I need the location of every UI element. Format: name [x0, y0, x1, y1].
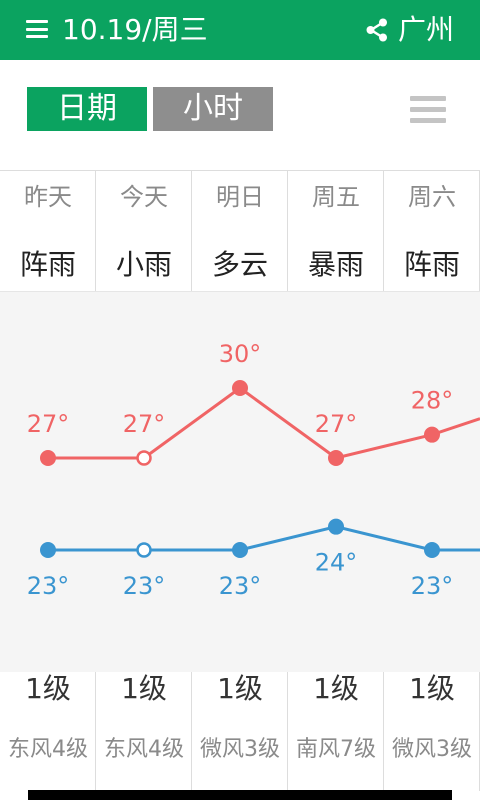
weather-condition: 阵雨: [19, 248, 76, 281]
tab-day[interactable]: 日期: [27, 87, 147, 131]
top-bar: 10.19/周三 广州: [0, 0, 480, 60]
low-temp-line: [48, 525, 480, 552]
low-temp-label: 23°: [219, 572, 262, 600]
wind-text: 南风7级: [296, 737, 376, 762]
weather-condition: 阵雨: [403, 248, 460, 281]
wind-text: 微风3级: [392, 737, 472, 762]
low-temp-label: 24°: [315, 549, 358, 577]
high-temp-point: [136, 450, 152, 466]
wind-text: 东风4级: [104, 737, 184, 762]
day-label: 昨天: [24, 183, 72, 211]
day-label: 周六: [408, 183, 456, 211]
day-label: 周五: [312, 183, 360, 211]
wind-text: 东风4级: [8, 737, 88, 762]
day-label: 明日: [216, 183, 264, 211]
list-icon[interactable]: [410, 96, 446, 124]
wind-level: 1级: [313, 672, 359, 705]
high-temp-point: [40, 450, 56, 466]
view-tabs: 日期 小时: [0, 60, 480, 170]
high-temp-label: 27°: [123, 410, 166, 438]
high-temp-point: [232, 380, 248, 397]
low-temp-label: 23°: [123, 572, 166, 600]
wind-level: 1级: [121, 672, 167, 705]
high-temp-point: [328, 450, 344, 466]
city-name[interactable]: 广州: [398, 10, 454, 50]
menu-icon[interactable]: [26, 20, 48, 38]
wind-level: 1级: [409, 672, 455, 705]
wind-text: 微风3级: [200, 737, 280, 762]
low-temp-point: [40, 542, 56, 558]
wind-level: 1级: [217, 672, 263, 705]
temperature-chart: 27° 27° 30° 27° 28° 23° 23° 23° 24° 23°: [27, 340, 480, 600]
high-temp-label: 28°: [411, 387, 454, 415]
day-label: 今天: [120, 183, 168, 211]
high-temp-point: [424, 426, 440, 443]
share-icon[interactable]: [366, 18, 388, 42]
low-temp-point: [424, 542, 440, 558]
high-temp-label: 27°: [315, 410, 358, 438]
weather-condition: 暴雨: [307, 248, 364, 281]
low-temp-point: [328, 518, 344, 535]
tab-hour[interactable]: 小时: [153, 87, 273, 131]
bottom-ad-strip: [28, 790, 452, 800]
high-temp-label: 27°: [27, 410, 70, 438]
weather-condition: 小雨: [115, 248, 172, 281]
low-temp-point: [232, 542, 248, 558]
weather-condition: 多云: [211, 248, 268, 281]
low-temp-point: [136, 542, 152, 558]
wind-level: 1级: [25, 672, 71, 705]
low-temp-label: 23°: [411, 572, 454, 600]
low-temp-label: 23°: [27, 572, 70, 600]
high-temp-label: 30°: [219, 340, 262, 368]
date-title: 10.19/周三: [62, 13, 208, 46]
